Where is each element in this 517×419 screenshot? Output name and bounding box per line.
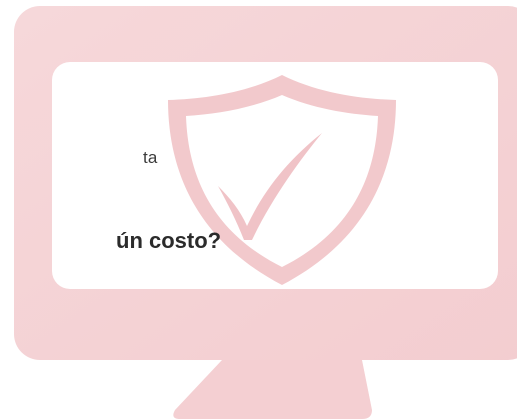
line-text-fragment: ta [143,148,158,167]
question-heading-fragment: ún costo? [116,228,222,253]
monitor-shield-illustration [14,6,517,419]
monitor-stand-icon [173,360,372,419]
page: ta ún costo? [0,0,517,419]
